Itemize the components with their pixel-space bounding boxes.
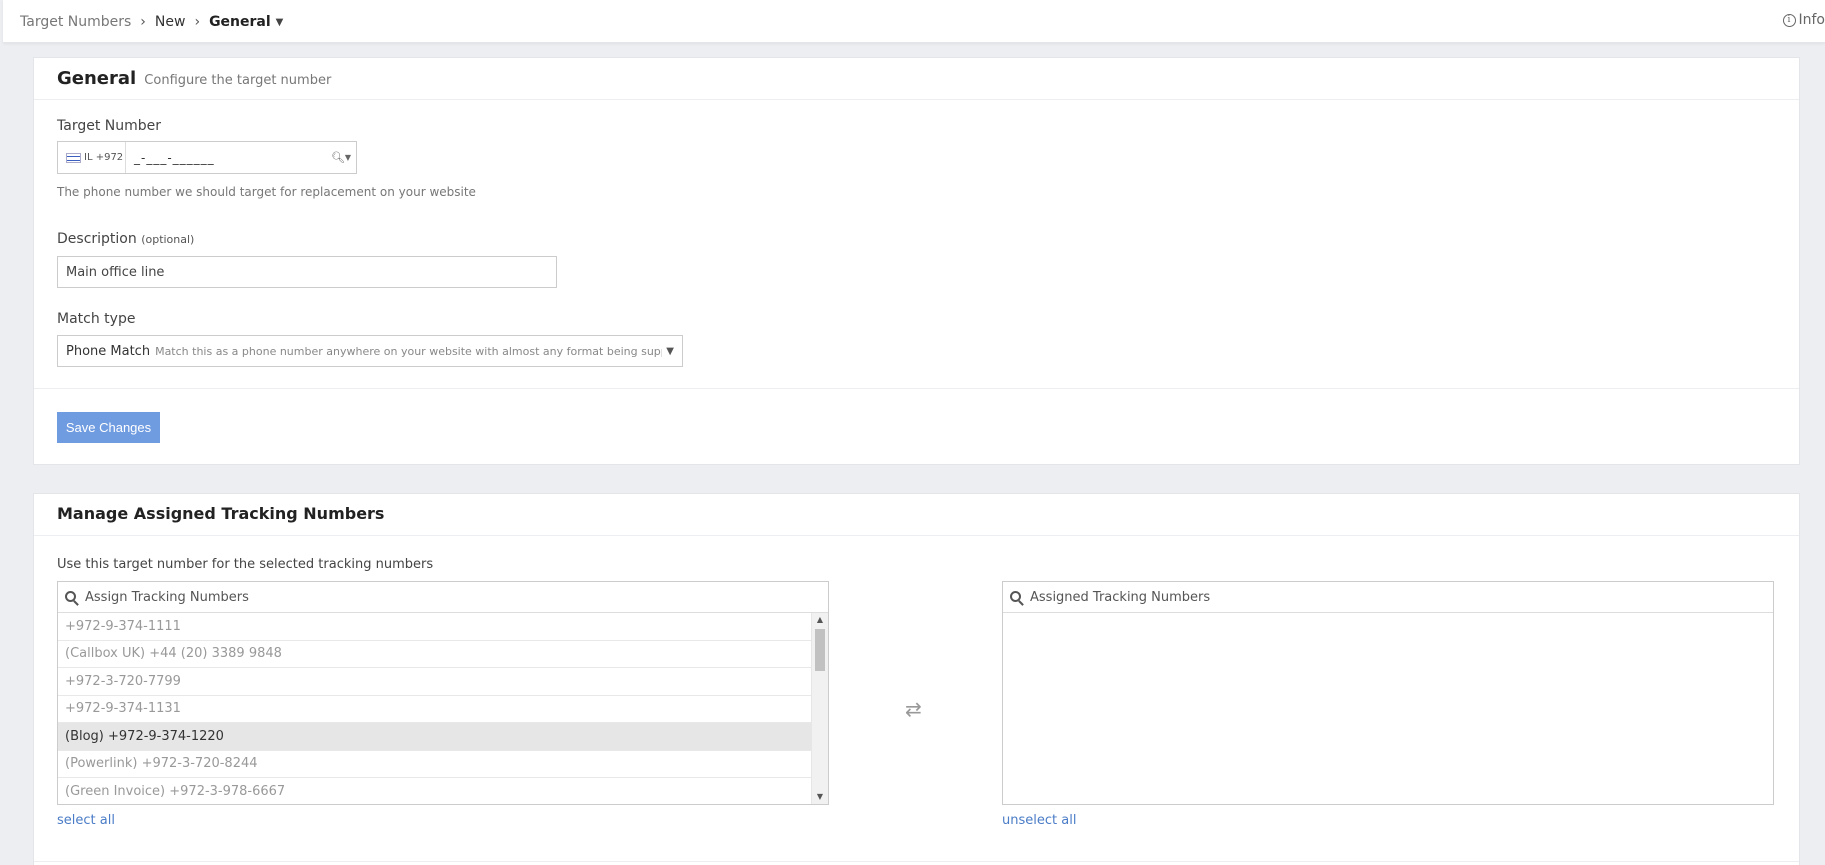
manage-tracking-panel: Manage Assigned Tracking Numbers Use thi… [33,493,1800,865]
swap-arrows-icon[interactable]: ⇄ [905,697,922,721]
chevron-right-icon: › [194,14,201,30]
list-item[interactable]: +972-9-374-1131 [58,696,811,723]
assigned-search-input[interactable]: Assigned Tracking Numbers [1003,582,1773,613]
match-type-label: Match type [57,311,136,327]
scroll-down-icon[interactable]: ▼ [812,790,828,804]
available-items: +972-9-374-1111 (Callbox UK) +44 (20) 338… [58,613,811,804]
manage-title: Manage Assigned Tracking Numbers [57,504,385,523]
select-all-link[interactable]: select all [57,813,115,828]
manage-description: Use this target number for the selected … [57,557,434,572]
assigned-search-placeholder: Assigned Tracking Numbers [1030,589,1211,605]
assign-search-placeholder: Assign Tracking Numbers [85,589,249,605]
chevron-down-icon[interactable]: ▼ [276,17,284,28]
available-numbers-list: Assign Tracking Numbers +972-9-374-1111(… [57,581,829,805]
match-type-select[interactable]: Phone Match Match this as a phone number… [57,335,683,367]
list-item[interactable]: (Powerlink) +972-3-720-8244 [58,751,811,778]
phone-help-text: The phone number we should target for re… [57,185,476,199]
info-label: Info [1798,12,1825,28]
search-icon [1010,590,1021,602]
general-subtitle: Configure the target number [144,73,332,88]
optional-hint: (optional) [141,233,195,246]
assign-search-input[interactable]: Assign Tracking Numbers [58,582,828,613]
general-title: General [57,68,137,89]
phone-number-input[interactable]: _-___-______ [126,142,326,173]
match-type-value: Phone Match [66,343,151,359]
save-changes-button[interactable]: Save Changes [57,412,160,443]
manage-header: Manage Assigned Tracking Numbers [34,494,1799,536]
divider [34,388,1799,389]
israel-flag-icon [66,152,81,163]
target-number-field: IL +972 _-___-______ 🔍︎ ▼ [57,141,357,174]
match-type-description: Match this as a phone number anywhere on… [155,344,663,358]
description-label-text: Description [57,231,137,247]
breadcrumb: Target Numbers › New › General ▼ [20,14,283,30]
divider [34,861,1799,862]
top-bar: Target Numbers › New › General ▼ i Info [3,0,1825,43]
description-label: Description (optional) [57,231,194,247]
list-item[interactable]: (Green Invoice) +972-3-978-6667 [58,778,811,804]
info-icon: i [1782,13,1796,27]
chevron-down-icon: ▼ [666,345,674,357]
list-item[interactable]: (Blog) +972-9-374-1220 [58,723,811,751]
description-input[interactable]: Main office line [57,256,557,288]
chevron-right-icon: › [140,14,146,30]
info-button[interactable]: i Info [1782,12,1825,28]
general-panel: General Configure the target number Targ… [33,57,1800,465]
assigned-numbers-list: Assigned Tracking Numbers [1002,581,1774,805]
general-header: General Configure the target number [34,58,1799,100]
list-item[interactable]: (Callbox UK) +44 (20) 3389 9848 [58,641,811,668]
phone-lookup-button[interactable]: 🔍︎ ▼ [326,142,356,173]
country-code: IL +972 [84,152,124,163]
breadcrumb-general[interactable]: General [209,14,271,30]
breadcrumb-target-numbers[interactable]: Target Numbers [20,14,131,30]
chevron-down-icon: ▼ [344,153,352,162]
scroll-thumb[interactable] [815,629,825,671]
list-item[interactable]: +972-3-720-7799 [58,668,811,696]
unselect-all-link[interactable]: unselect all [1002,813,1076,828]
list-item[interactable]: +972-9-374-1111 [58,613,811,641]
target-number-label: Target Number [57,118,162,134]
search-icon: 🔍︎ [330,151,345,164]
list-scrollbar[interactable]: ▲ ▼ [811,613,828,804]
search-icon [65,590,76,602]
breadcrumb-new[interactable]: New [155,14,186,30]
scroll-up-icon[interactable]: ▲ [812,613,828,627]
country-selector[interactable]: IL +972 [58,142,126,173]
